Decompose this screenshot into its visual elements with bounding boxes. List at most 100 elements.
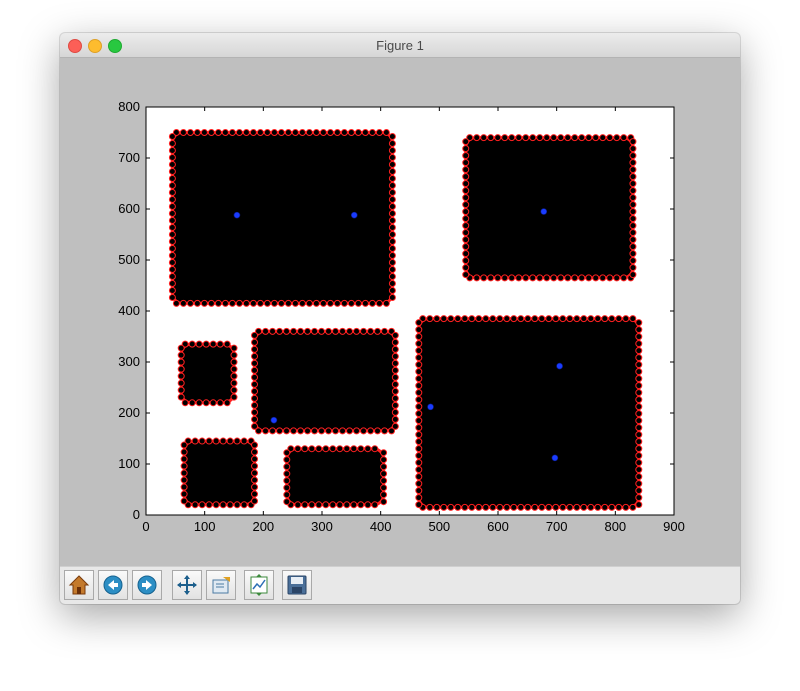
cluster-point xyxy=(186,299,194,307)
cluster-point xyxy=(606,274,614,282)
cluster-point xyxy=(415,494,423,502)
cluster-point xyxy=(635,487,643,495)
zoom-button[interactable] xyxy=(206,570,236,600)
save-button[interactable] xyxy=(282,570,312,600)
cluster-point xyxy=(269,327,277,335)
cluster-point xyxy=(364,445,372,453)
back-arrow-icon xyxy=(103,575,123,595)
cluster-point xyxy=(468,315,476,323)
cluster-point xyxy=(263,129,271,136)
cluster-point xyxy=(629,215,637,223)
cluster-point xyxy=(531,503,539,511)
cluster-point xyxy=(168,175,176,182)
cluster-point xyxy=(522,134,530,142)
cluster-point xyxy=(304,427,312,435)
cluster-point xyxy=(284,129,292,136)
cluster-point xyxy=(230,358,238,366)
cluster-point xyxy=(276,327,284,335)
cluster-point xyxy=(168,154,176,161)
cluster-point xyxy=(415,445,423,453)
cluster-point xyxy=(283,484,291,492)
cluster-point xyxy=(326,129,334,136)
cluster-point xyxy=(522,274,530,282)
cluster-point xyxy=(350,445,358,453)
subplots-button[interactable] xyxy=(244,570,274,600)
centroid-point xyxy=(551,454,559,462)
cluster-point xyxy=(168,231,176,238)
cluster-point xyxy=(177,351,185,359)
home-button[interactable] xyxy=(64,570,94,600)
cluster-point xyxy=(391,338,399,346)
cluster-point xyxy=(415,326,423,334)
cluster-point xyxy=(375,129,383,136)
cluster-point xyxy=(629,222,637,230)
cluster-point xyxy=(332,327,340,335)
cluster-point xyxy=(216,340,224,348)
cluster-point xyxy=(311,427,319,435)
cluster-point xyxy=(629,236,637,244)
cluster-point xyxy=(629,152,637,160)
cluster-point xyxy=(251,366,259,374)
figure-canvas[interactable]: 0 100 200 300 400 500 600 700 800 900 0 100 200 300 40… xyxy=(60,58,740,566)
y-tick-label: 800 xyxy=(118,99,140,114)
cluster-point xyxy=(283,491,291,499)
cluster-point xyxy=(415,354,423,362)
cluster-point xyxy=(230,386,238,394)
cluster-point xyxy=(510,315,518,323)
cluster-point xyxy=(233,437,241,445)
x-tick-label: 600 xyxy=(487,519,509,534)
cluster-point xyxy=(230,365,238,373)
cluster-point xyxy=(594,315,602,323)
cluster-point xyxy=(367,327,375,335)
cluster-point xyxy=(235,299,243,307)
cluster-point xyxy=(601,315,609,323)
cluster-point xyxy=(462,145,470,153)
cluster-point xyxy=(168,273,176,280)
cluster-point xyxy=(251,462,259,470)
cluster-point xyxy=(242,299,250,307)
cluster-point xyxy=(517,503,525,511)
cluster-point xyxy=(482,503,490,511)
x-tick-label: 300 xyxy=(311,519,333,534)
cluster-point xyxy=(473,274,481,282)
cluster-point xyxy=(297,427,305,435)
cluster-point xyxy=(388,231,396,238)
cluster-point xyxy=(168,133,176,140)
cluster-point xyxy=(536,134,544,142)
cluster-point xyxy=(635,480,643,488)
cluster-point xyxy=(346,427,354,435)
cluster-point xyxy=(388,273,396,280)
cluster-point xyxy=(592,134,600,142)
cluster-point xyxy=(629,138,637,146)
cluster-point xyxy=(283,327,291,335)
cluster-point xyxy=(251,455,259,463)
cluster-point xyxy=(179,299,187,307)
cluster-point xyxy=(251,422,259,430)
title-bar[interactable]: Figure 1 xyxy=(60,33,740,58)
cluster-point xyxy=(270,299,278,307)
cluster-region xyxy=(170,131,394,305)
cluster-point xyxy=(559,503,567,511)
cluster-point xyxy=(177,393,185,401)
y-tick-label: 600 xyxy=(118,201,140,216)
cluster-point xyxy=(180,462,188,470)
toolbar xyxy=(60,566,740,604)
cluster-point xyxy=(496,503,504,511)
back-button[interactable] xyxy=(98,570,128,600)
cluster-point xyxy=(209,340,217,348)
cluster-point xyxy=(223,340,231,348)
cluster-point xyxy=(388,294,396,301)
cluster-point xyxy=(177,358,185,366)
cluster-point xyxy=(391,345,399,353)
cluster-point xyxy=(240,437,248,445)
cluster-point xyxy=(357,445,365,453)
cluster-point xyxy=(524,315,532,323)
cluster-point xyxy=(503,503,511,511)
cluster-point xyxy=(251,490,259,498)
forward-button[interactable] xyxy=(132,570,162,600)
cluster-point xyxy=(415,403,423,411)
cluster-point xyxy=(415,382,423,390)
cluster-point xyxy=(564,134,572,142)
scatter-plot[interactable]: 0 100 200 300 400 500 600 700 800 900 0 100 200 300 40… xyxy=(60,58,740,566)
pan-button[interactable] xyxy=(172,570,202,600)
